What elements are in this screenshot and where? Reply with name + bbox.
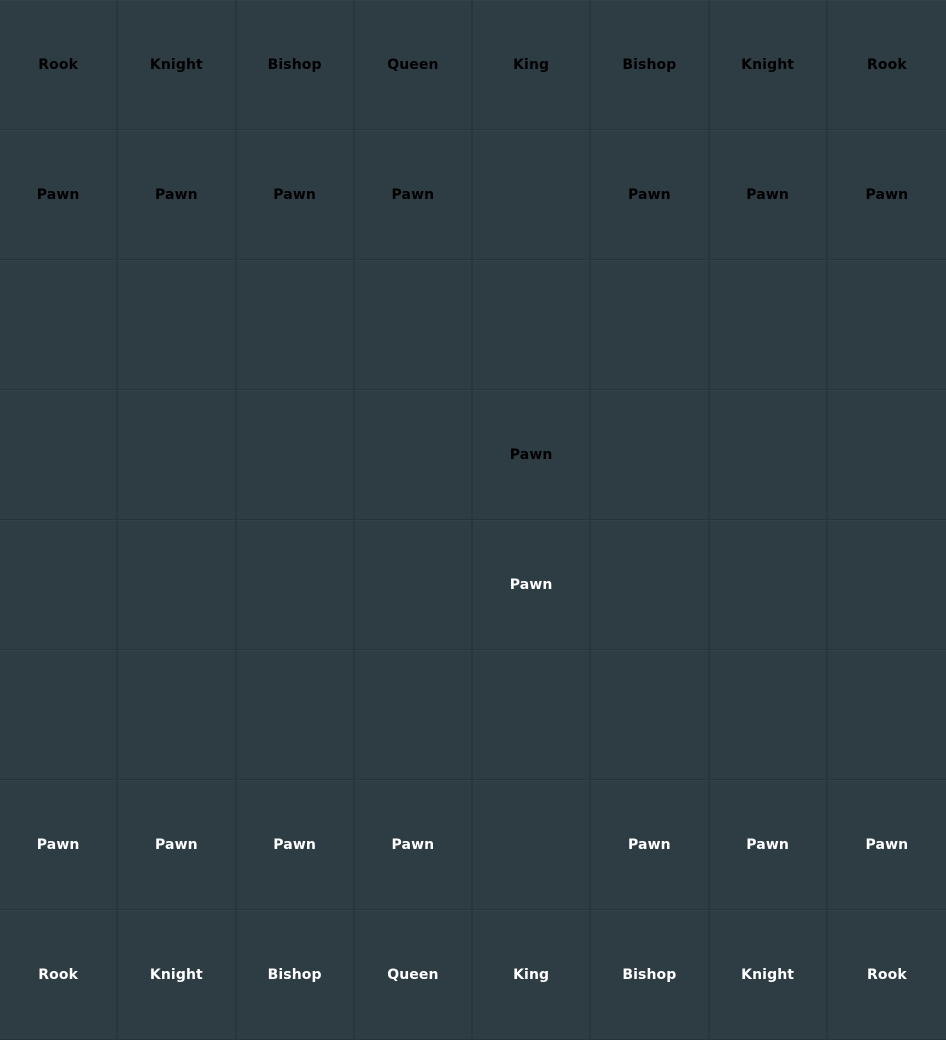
black-knight-piece[interactable]: Knight <box>741 57 794 73</box>
board-square-r7c6[interactable]: Pawn <box>591 780 710 910</box>
black-pawn-piece[interactable]: Pawn <box>866 187 909 203</box>
white-pawn-piece[interactable]: Pawn <box>510 577 553 593</box>
board-square-r5c3[interactable] <box>236 520 355 650</box>
board-square-r6c7[interactable] <box>709 650 828 780</box>
board-square-r4c5[interactable]: Pawn <box>473 390 592 520</box>
white-pawn-piece[interactable]: Pawn <box>155 837 198 853</box>
board-square-r7c4[interactable]: Pawn <box>354 780 473 910</box>
board-square-r1c6[interactable]: Bishop <box>591 0 710 130</box>
board-square-r3c5[interactable] <box>473 260 592 390</box>
black-king-piece[interactable]: King <box>513 57 549 73</box>
board-square-r3c2[interactable] <box>118 260 237 390</box>
white-knight-piece[interactable]: Knight <box>150 967 203 983</box>
white-rook-piece[interactable]: Rook <box>38 967 78 983</box>
board-square-r8c2[interactable]: Knight <box>118 910 237 1040</box>
board-square-r6c5[interactable] <box>473 650 592 780</box>
board-square-r8c6[interactable]: Bishop <box>591 910 710 1040</box>
black-pawn-piece[interactable]: Pawn <box>628 187 671 203</box>
black-pawn-piece[interactable]: Pawn <box>273 187 316 203</box>
black-pawn-piece[interactable]: Pawn <box>37 187 80 203</box>
board-square-r5c2[interactable] <box>118 520 237 650</box>
white-pawn-piece[interactable]: Pawn <box>37 837 80 853</box>
board-square-r2c7[interactable]: Pawn <box>709 130 828 260</box>
white-pawn-piece[interactable]: Pawn <box>273 837 316 853</box>
white-king-piece[interactable]: King <box>513 967 549 983</box>
board-square-r7c7[interactable]: Pawn <box>709 780 828 910</box>
board-square-r1c2[interactable]: Knight <box>118 0 237 130</box>
black-rook-piece[interactable]: Rook <box>867 57 907 73</box>
board-square-r3c4[interactable] <box>354 260 473 390</box>
board-square-r1c5[interactable]: King <box>473 0 592 130</box>
board-square-r6c6[interactable] <box>591 650 710 780</box>
board-square-r4c1[interactable] <box>0 390 119 520</box>
board-square-r3c3[interactable] <box>236 260 355 390</box>
board-square-r6c3[interactable] <box>236 650 355 780</box>
board-square-r7c8[interactable]: Pawn <box>827 780 946 910</box>
board-square-r3c8[interactable] <box>827 260 946 390</box>
black-bishop-piece[interactable]: Bishop <box>622 57 676 73</box>
white-pawn-piece[interactable]: Pawn <box>392 837 435 853</box>
board-square-r2c4[interactable]: Pawn <box>354 130 473 260</box>
white-pawn-piece[interactable]: Pawn <box>866 837 909 853</box>
board-square-r8c7[interactable]: Knight <box>709 910 828 1040</box>
board-square-r1c1[interactable]: Rook <box>0 0 119 130</box>
black-knight-piece[interactable]: Knight <box>150 57 203 73</box>
board-square-r4c2[interactable] <box>118 390 237 520</box>
white-pawn-piece[interactable]: Pawn <box>746 837 789 853</box>
board-square-r4c4[interactable] <box>354 390 473 520</box>
board-square-r8c3[interactable]: Bishop <box>236 910 355 1040</box>
board-square-r2c6[interactable]: Pawn <box>591 130 710 260</box>
board-square-r7c5[interactable] <box>473 780 592 910</box>
black-pawn-piece[interactable]: Pawn <box>746 187 789 203</box>
board-square-r7c2[interactable]: Pawn <box>118 780 237 910</box>
board-square-r6c8[interactable] <box>827 650 946 780</box>
black-pawn-piece[interactable]: Pawn <box>155 187 198 203</box>
white-rook-piece[interactable]: Rook <box>867 967 907 983</box>
black-queen-piece[interactable]: Queen <box>387 57 438 73</box>
board-square-r5c8[interactable] <box>827 520 946 650</box>
white-pawn-piece[interactable]: Pawn <box>628 837 671 853</box>
board-square-r6c4[interactable] <box>354 650 473 780</box>
board-square-r4c6[interactable] <box>591 390 710 520</box>
white-knight-piece[interactable]: Knight <box>741 967 794 983</box>
board-square-r2c1[interactable]: Pawn <box>0 130 119 260</box>
board-square-r2c2[interactable]: Pawn <box>118 130 237 260</box>
board-square-r4c7[interactable] <box>709 390 828 520</box>
black-pawn-piece[interactable]: Pawn <box>510 447 553 463</box>
chess-board: Rook Knight Bishop Queen King Bishop Knight Roo… <box>0 0 946 1040</box>
board-square-r8c5[interactable]: King <box>473 910 592 1040</box>
white-queen-piece[interactable]: Queen <box>387 967 438 983</box>
board-square-r5c7[interactable] <box>709 520 828 650</box>
white-bishop-piece[interactable]: Bishop <box>268 967 322 983</box>
board-square-r2c8[interactable]: Pawn <box>827 130 946 260</box>
board-square-r7c3[interactable]: Pawn <box>236 780 355 910</box>
board-square-r2c3[interactable]: Pawn <box>236 130 355 260</box>
board-square-r1c8[interactable]: Rook <box>827 0 946 130</box>
board-square-r8c8[interactable]: Rook <box>827 910 946 1040</box>
board-square-r4c8[interactable] <box>827 390 946 520</box>
board-square-r1c3[interactable]: Bishop <box>236 0 355 130</box>
board-square-r5c4[interactable] <box>354 520 473 650</box>
board-square-r3c7[interactable] <box>709 260 828 390</box>
board-square-r4c3[interactable] <box>236 390 355 520</box>
board-square-r1c4[interactable]: Queen <box>354 0 473 130</box>
board-square-r8c1[interactable]: Rook <box>0 910 119 1040</box>
board-square-r1c7[interactable]: Knight <box>709 0 828 130</box>
board-square-r3c6[interactable] <box>591 260 710 390</box>
black-rook-piece[interactable]: Rook <box>38 57 78 73</box>
board-square-r6c1[interactable] <box>0 650 119 780</box>
white-bishop-piece[interactable]: Bishop <box>622 967 676 983</box>
board-square-r6c2[interactable] <box>118 650 237 780</box>
board-square-r8c4[interactable]: Queen <box>354 910 473 1040</box>
board-square-r2c5[interactable] <box>473 130 592 260</box>
board-square-r5c6[interactable] <box>591 520 710 650</box>
board-square-r5c5[interactable]: Pawn <box>473 520 592 650</box>
board-square-r7c1[interactable]: Pawn <box>0 780 119 910</box>
board-square-r5c1[interactable] <box>0 520 119 650</box>
board-square-r3c1[interactable] <box>0 260 119 390</box>
black-pawn-piece[interactable]: Pawn <box>392 187 435 203</box>
black-bishop-piece[interactable]: Bishop <box>268 57 322 73</box>
